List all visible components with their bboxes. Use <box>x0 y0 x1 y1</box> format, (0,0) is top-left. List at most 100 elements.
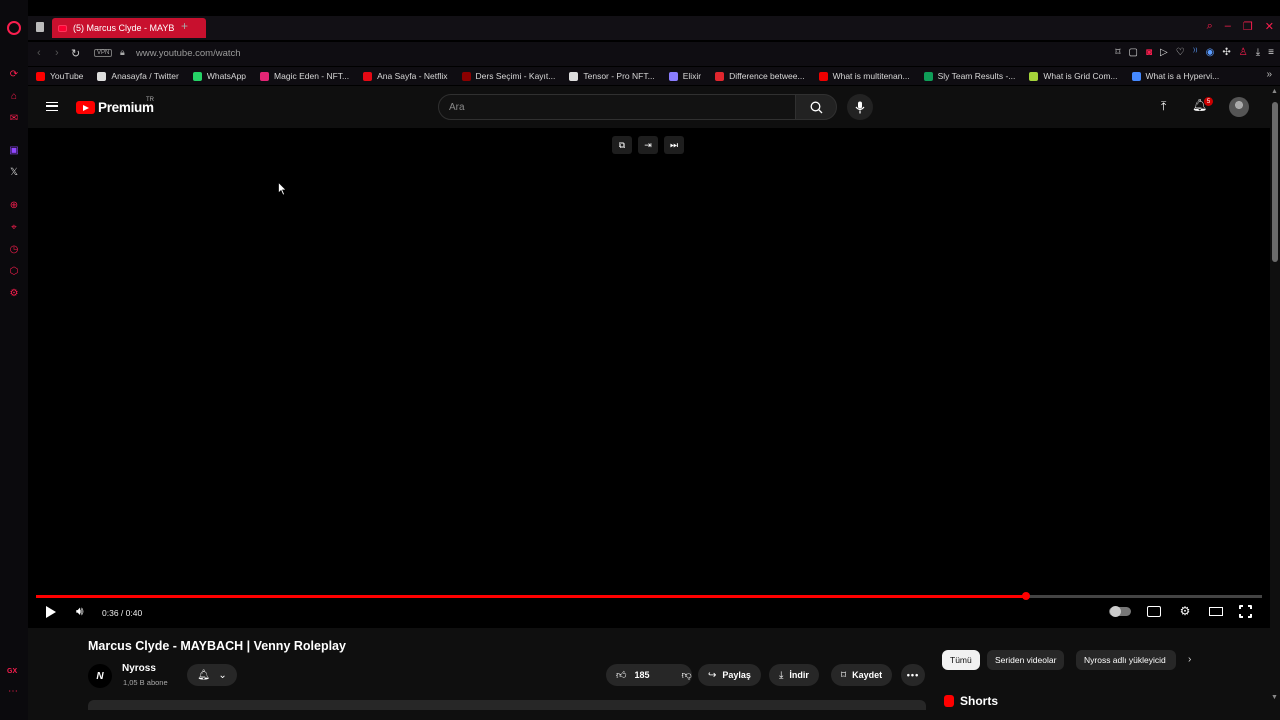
menu-icon[interactable]: ≡ <box>1268 47 1274 58</box>
autoplay-toggle[interactable] <box>1109 605 1131 617</box>
fullscreen-icon[interactable] <box>1238 603 1253 619</box>
forward-button[interactable]: › <box>55 47 59 59</box>
search-button[interactable] <box>795 94 837 120</box>
guide-menu-icon[interactable] <box>46 102 58 111</box>
scroll-down-icon[interactable]: ▼ <box>1271 694 1278 701</box>
scroll-up-icon[interactable]: ▲ <box>1271 88 1278 95</box>
more-actions-button[interactable]: ••• <box>901 664 925 686</box>
like-button[interactable]: 👍︎ 185 <box>606 664 659 686</box>
bookmark-item[interactable]: What is a Hypervi... <box>1131 71 1220 81</box>
download-icon[interactable]: ⤓ <box>1256 47 1260 58</box>
bookmark-label: What is a Hypervi... <box>1145 71 1220 81</box>
snapshot-icon[interactable]: ⌑ <box>1115 47 1120 58</box>
search-tabs-icon[interactable]: ⌕ <box>1207 20 1213 33</box>
bookmark-item[interactable]: What is Grid Com... <box>1029 71 1118 81</box>
x-icon <box>97 71 107 81</box>
profile-icon[interactable]: ♙ <box>1239 47 1248 58</box>
lock-icon[interactable]: 🔒︎ <box>120 47 125 58</box>
school-icon <box>461 71 471 81</box>
subtitles-icon[interactable] <box>1147 605 1161 617</box>
back-button[interactable]: ‹ <box>37 47 41 59</box>
bookmark-label: Tensor - Pro NFT... <box>583 71 655 81</box>
add-sidebar-icon[interactable]: ⊕ <box>7 198 21 212</box>
settings-gear-icon[interactable]: ⚙ <box>1177 604 1193 618</box>
progress-bar[interactable] <box>36 592 1262 600</box>
save-button[interactable]: ⌑ Kaydet <box>831 664 893 686</box>
exit-icon[interactable]: ⇥ <box>638 136 658 154</box>
bookmark-item[interactable]: Elixir <box>668 71 701 81</box>
play-button[interactable] <box>46 606 56 618</box>
volume-icon[interactable]: 🔊︎ <box>76 604 84 619</box>
theater-mode-icon[interactable] <box>1209 606 1223 616</box>
ibm-icon <box>1131 71 1141 81</box>
progress-played <box>36 595 1026 598</box>
wallet-icon[interactable]: ⁾⁾ <box>1193 47 1198 58</box>
url-field[interactable]: www.youtube.com/watch <box>136 48 241 59</box>
miniplayer-icon[interactable]: ⧉ <box>612 136 632 154</box>
voice-search-button[interactable] <box>847 94 873 120</box>
account-avatar[interactable] <box>1229 97 1249 117</box>
bookmark-item[interactable]: Tensor - Pro NFT... <box>569 71 655 81</box>
history-icon[interactable]: ◷ <box>7 242 21 256</box>
page-scrollbar[interactable]: ▲ ▼ <box>1270 86 1280 720</box>
player-icon[interactable]: ▷ <box>1160 47 1168 58</box>
close-button[interactable]: ✕ <box>1265 20 1274 33</box>
messenger-icon[interactable]: ✉ <box>7 111 21 125</box>
skip-next-icon[interactable]: ⏭︎ <box>664 136 684 154</box>
channel-avatar[interactable]: N <box>88 664 112 688</box>
bookmark-item[interactable]: Ders Seçimi - Kayıt... <box>461 71 555 81</box>
youtube-logo-icon[interactable] <box>76 101 95 114</box>
bookmark-label: Anasayfa / Twitter <box>111 71 179 81</box>
bookmarks-overflow-icon[interactable]: » <box>1266 69 1272 80</box>
description-box[interactable] <box>88 700 926 710</box>
search-box <box>438 94 796 120</box>
search-input[interactable] <box>449 101 795 113</box>
bookmark-item[interactable]: Sly Team Results -... <box>923 71 1015 81</box>
bookmark-item[interactable]: Ana Sayfa - Netflix <box>363 71 448 81</box>
pocket-icon[interactable]: ◙ <box>1146 47 1152 58</box>
opera-gx-logo-icon[interactable] <box>7 21 21 35</box>
minimize-button[interactable]: – <box>1225 20 1231 33</box>
pin-icon[interactable]: ⌖ <box>7 220 21 234</box>
channel-name[interactable]: Nyross <box>122 663 156 674</box>
chip-uploader[interactable]: Nyross adlı yükleyicid <box>1076 650 1176 670</box>
like-count: 185 <box>634 670 650 680</box>
gx-control-icon[interactable]: ⟳ <box>7 67 21 81</box>
chip-all[interactable]: Tümü <box>942 650 980 670</box>
share-button[interactable]: ↪ Paylaş <box>698 664 761 686</box>
chip-series[interactable]: Seriden videolar <box>987 650 1065 670</box>
extensions-icon[interactable]: ⬡ <box>7 264 21 278</box>
bookmark-item[interactable]: Anasayfa / Twitter <box>97 71 179 81</box>
tab-title: (5) Marcus Clyde - MAYB <box>73 23 175 33</box>
video-player[interactable]: ⧉ ⇥ ⏭︎ 🔊︎ 0:36 / 0:40 ⚙ <box>28 128 1270 628</box>
upload-icon[interactable]: ⤒ <box>1161 99 1166 114</box>
extension-blue-icon[interactable]: ◉ <box>1206 47 1215 58</box>
scrubber-handle[interactable] <box>1021 592 1030 600</box>
screenshot-icon[interactable]: ▢ <box>1129 47 1138 58</box>
bookmark-item[interactable]: WhatsApp <box>192 71 246 81</box>
scrollbar-thumb[interactable] <box>1272 102 1278 262</box>
video-title: Marcus Clyde - MAYBACH | Venny Roleplay <box>88 639 346 653</box>
download-button[interactable]: ⤓ İndir <box>769 664 819 686</box>
bookmark-item[interactable]: What is multitenan... <box>818 71 910 81</box>
bookmark-item[interactable]: YouTube <box>36 71 83 81</box>
page-icon[interactable] <box>36 22 44 32</box>
more-icon[interactable]: ⋯ <box>8 686 18 697</box>
new-tab-button[interactable]: + <box>181 19 188 33</box>
settings-icon[interactable]: ⚙ <box>7 286 21 300</box>
reload-button[interactable]: ↻ <box>71 47 80 60</box>
subscription-notifications-button[interactable]: 🔔︎ ⌄ <box>187 664 237 686</box>
bookmark-item[interactable]: Difference betwee... <box>715 71 805 81</box>
bookmark-heart-icon[interactable]: ♡ <box>1176 47 1185 58</box>
address-bar: ‹ › ↻ VPN 🔒︎ www.youtube.com/watch ⌑ ▢ ◙… <box>28 42 1280 66</box>
share-arrow-icon: ↪ <box>708 669 717 681</box>
gx-corner-icon[interactable]: ⌂ <box>7 89 21 103</box>
vpn-badge[interactable]: VPN <box>94 49 113 57</box>
browser-window: ⟳ ⌂ ✉ ▣ 𝕏 ⊕ ⌖ ◷ ⬡ ⚙ GX ⋯ (5) Marcus Clyd… <box>0 0 1280 720</box>
puzzle-icon[interactable]: ✣ <box>1222 47 1230 58</box>
twitch-icon[interactable]: ▣ <box>7 143 21 157</box>
x-twitter-icon[interactable]: 𝕏 <box>7 165 21 179</box>
bookmark-item[interactable]: Magic Eden - NFT... <box>260 71 349 81</box>
maximize-button[interactable]: ❐ <box>1243 20 1253 33</box>
chevron-right-icon[interactable]: › <box>1188 654 1191 665</box>
